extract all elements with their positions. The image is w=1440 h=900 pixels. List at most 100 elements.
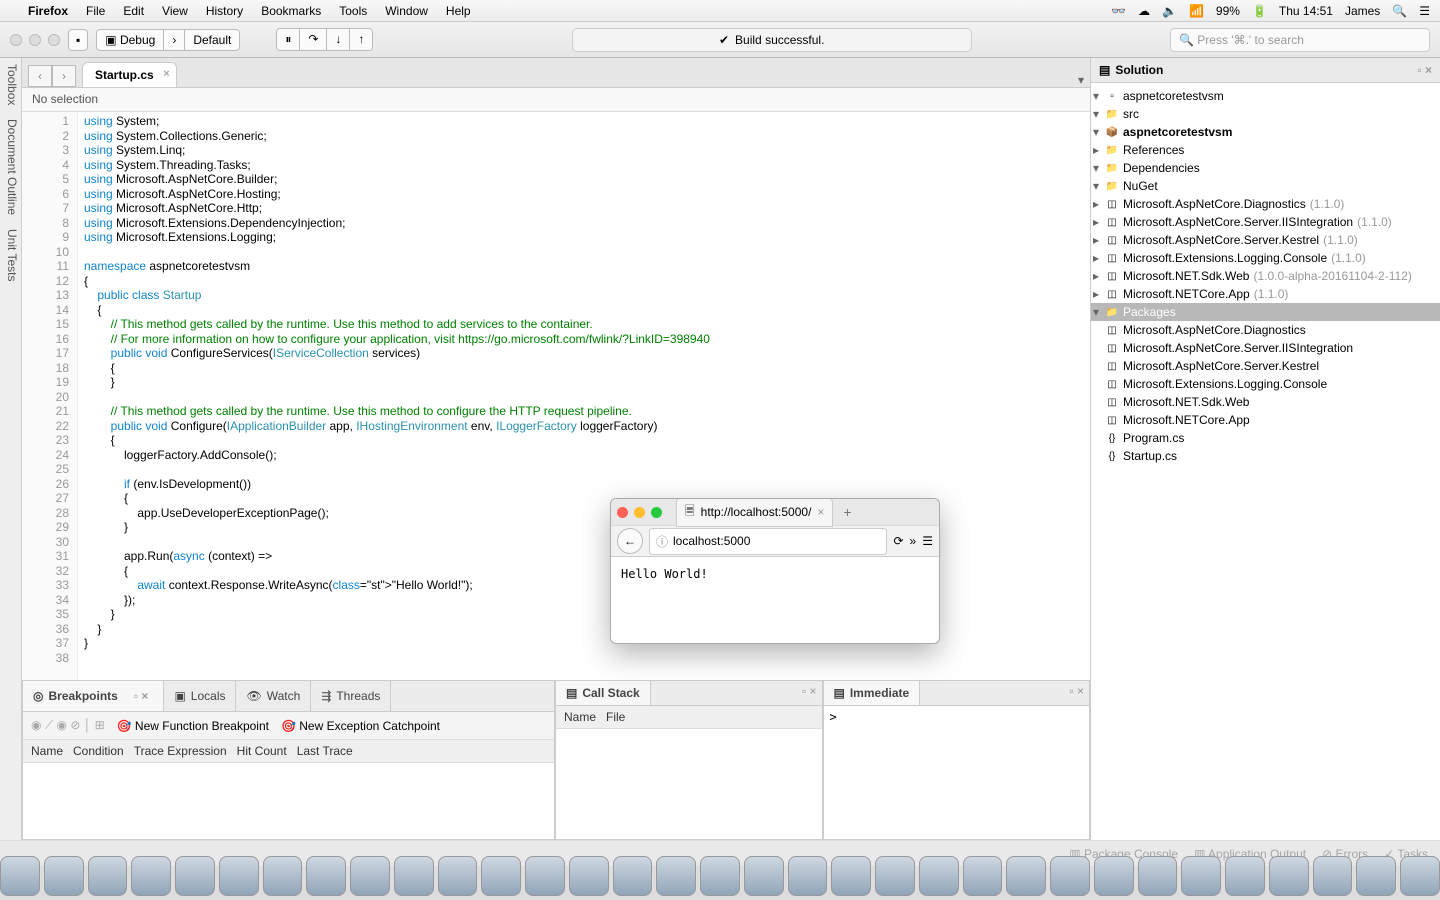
toolbox-tab[interactable]: Toolbox	[2, 64, 19, 105]
dock-app-icon[interactable]	[131, 856, 171, 896]
tree-node[interactable]: ◫Microsoft.AspNetCore.Diagnostics	[1091, 321, 1440, 339]
tree-node[interactable]: {}Program.cs	[1091, 429, 1440, 447]
notifications-icon[interactable]: ☰	[1419, 4, 1430, 18]
menu-window[interactable]: Window	[385, 4, 428, 18]
wifi-icon[interactable]: 📶	[1189, 4, 1204, 18]
tab-locals[interactable]: ▣ Locals	[164, 681, 236, 711]
tree-node[interactable]: ▾📁Packages	[1091, 303, 1440, 321]
browser-reload-icon[interactable]: ⟳	[893, 534, 903, 548]
browser-tab[interactable]: 🗏http://localhost:5000/×	[676, 498, 833, 527]
tree-node[interactable]: ▸◫Microsoft.NETCore.App (1.1.0)	[1091, 285, 1440, 303]
cloud-icon[interactable]: ☁	[1138, 4, 1150, 18]
menu-tools[interactable]: Tools	[339, 4, 367, 18]
step-out-button[interactable]: ↑	[350, 29, 372, 50]
browser-max-icon[interactable]	[651, 507, 662, 518]
tab-breakpoints[interactable]: ◎ Breakpoints▫ ×	[23, 681, 164, 711]
dock-app-icon[interactable]	[1181, 856, 1221, 896]
dock-app-icon[interactable]	[1138, 856, 1178, 896]
tree-node[interactable]: ◫Microsoft.Extensions.Logging.Console	[1091, 375, 1440, 393]
nav-back-button[interactable]: ‹	[28, 65, 52, 87]
global-search[interactable]: 🔍 Press '⌘.' to search	[1170, 28, 1430, 52]
dock-app-icon[interactable]	[1313, 856, 1353, 896]
dock-app-icon[interactable]	[875, 856, 915, 896]
browser-more-icon[interactable]: »	[910, 534, 917, 548]
dock-app-icon[interactable]	[1269, 856, 1309, 896]
unit-tests-tab[interactable]: Unit Tests	[2, 229, 19, 281]
dock-app-icon[interactable]	[219, 856, 259, 896]
tree-node[interactable]: ▸📁References	[1091, 141, 1440, 159]
tree-node[interactable]: ◫Microsoft.NET.Sdk.Web	[1091, 393, 1440, 411]
tree-node[interactable]: ▾📦aspnetcoretestvsm	[1091, 123, 1440, 141]
dock-app-icon[interactable]	[919, 856, 959, 896]
tree-node[interactable]: ▸◫Microsoft.Extensions.Logging.Console (…	[1091, 249, 1440, 267]
tab-callstack[interactable]: ▤ Call Stack	[556, 681, 651, 705]
dock-app-icon[interactable]	[438, 856, 478, 896]
tree-node[interactable]: ▸◫Microsoft.NET.Sdk.Web (1.0.0-alpha-201…	[1091, 267, 1440, 285]
debug-controls[interactable]: ⏸ ↷ ↓ ↑	[276, 28, 373, 51]
menu-edit[interactable]: Edit	[123, 4, 144, 18]
menu-history[interactable]: History	[206, 4, 243, 18]
dock-app-icon[interactable]	[569, 856, 609, 896]
dock-app-icon[interactable]	[88, 856, 128, 896]
tab-immediate[interactable]: ▤ Immediate	[824, 681, 921, 705]
menu-bookmarks[interactable]: Bookmarks	[261, 4, 321, 18]
stop-button[interactable]: ▪	[68, 29, 88, 51]
dock-app-icon[interactable]	[1094, 856, 1134, 896]
close-icon[interactable]: ×	[163, 68, 169, 80]
tree-node[interactable]: ◫Microsoft.NETCore.App	[1091, 411, 1440, 429]
dock-app-icon[interactable]	[263, 856, 303, 896]
new-exc-bp-button[interactable]: 🎯 New Exception Catchpoint	[281, 719, 440, 733]
tab-threads[interactable]: ⇶ Threads	[311, 681, 391, 711]
tree-node[interactable]: ▸◫Microsoft.AspNetCore.Diagnostics (1.1.…	[1091, 195, 1440, 213]
volume-icon[interactable]: 🔈	[1162, 4, 1177, 18]
tree-node[interactable]: ▾▫aspnetcoretestvsm	[1091, 87, 1440, 105]
dock-app-icon[interactable]	[0, 856, 40, 896]
battery-icon[interactable]: 🔋	[1252, 4, 1267, 18]
tree-node[interactable]: ▸◫Microsoft.AspNetCore.Server.IISIntegra…	[1091, 213, 1440, 231]
browser-menu-icon[interactable]: ☰	[922, 534, 933, 548]
tree-node[interactable]: {}Startup.cs	[1091, 447, 1440, 465]
left-tool-rail[interactable]: Toolbox Document Outline Unit Tests	[0, 58, 22, 840]
window-traffic-lights[interactable]	[10, 34, 60, 46]
step-over-button[interactable]: ↷	[300, 29, 327, 50]
dock-app-icon[interactable]	[306, 856, 346, 896]
dock-app-icon[interactable]	[1400, 856, 1440, 896]
dock-app-icon[interactable]	[44, 856, 84, 896]
dock-app-icon[interactable]	[1050, 856, 1090, 896]
run-config[interactable]: ▣ Debug › Default	[96, 29, 240, 51]
tree-node[interactable]: ▾📁Dependencies	[1091, 159, 1440, 177]
dock-app-icon[interactable]	[394, 856, 434, 896]
browser-url-input[interactable]: ⓘlocalhost:5000	[649, 528, 887, 555]
macos-dock[interactable]	[0, 840, 1440, 900]
dock-app-icon[interactable]	[613, 856, 653, 896]
dock-app-icon[interactable]	[788, 856, 828, 896]
dock-app-icon[interactable]	[350, 856, 390, 896]
dock-app-icon[interactable]	[1006, 856, 1046, 896]
glasses-icon[interactable]: 👓	[1111, 4, 1126, 18]
nav-forward-button[interactable]: ›	[52, 65, 76, 87]
menubar-app[interactable]: Firefox	[28, 4, 68, 18]
breadcrumb[interactable]: No selection	[22, 88, 1090, 112]
pause-button[interactable]: ⏸	[277, 29, 300, 50]
dock-app-icon[interactable]	[963, 856, 1003, 896]
dock-app-icon[interactable]	[525, 856, 565, 896]
dock-app-icon[interactable]	[175, 856, 215, 896]
menu-help[interactable]: Help	[446, 4, 471, 18]
dock-app-icon[interactable]	[481, 856, 521, 896]
dock-app-icon[interactable]	[1356, 856, 1396, 896]
tab-startup[interactable]: Startup.cs×	[82, 62, 177, 87]
new-func-bp-button[interactable]: 🎯 New Function Breakpoint	[117, 719, 269, 733]
browser-newtab-icon[interactable]: +	[843, 504, 851, 520]
dock-app-icon[interactable]	[744, 856, 784, 896]
step-in-button[interactable]: ↓	[327, 29, 350, 50]
tree-node[interactable]: ◫Microsoft.AspNetCore.Server.Kestrel	[1091, 357, 1440, 375]
tree-node[interactable]: ▸◫Microsoft.AspNetCore.Server.Kestrel (1…	[1091, 231, 1440, 249]
tab-overflow-icon[interactable]: ▾	[1078, 73, 1084, 87]
browser-min-icon[interactable]	[634, 507, 645, 518]
dock-app-icon[interactable]	[1225, 856, 1265, 896]
doc-outline-tab[interactable]: Document Outline	[2, 119, 19, 215]
dock-app-icon[interactable]	[831, 856, 871, 896]
browser-back-button[interactable]: ←	[617, 528, 643, 554]
browser-window[interactable]: 🗏http://localhost:5000/× + ← ⓘlocalhost:…	[610, 498, 940, 644]
tab-watch[interactable]: 👁 Watch	[236, 681, 311, 711]
